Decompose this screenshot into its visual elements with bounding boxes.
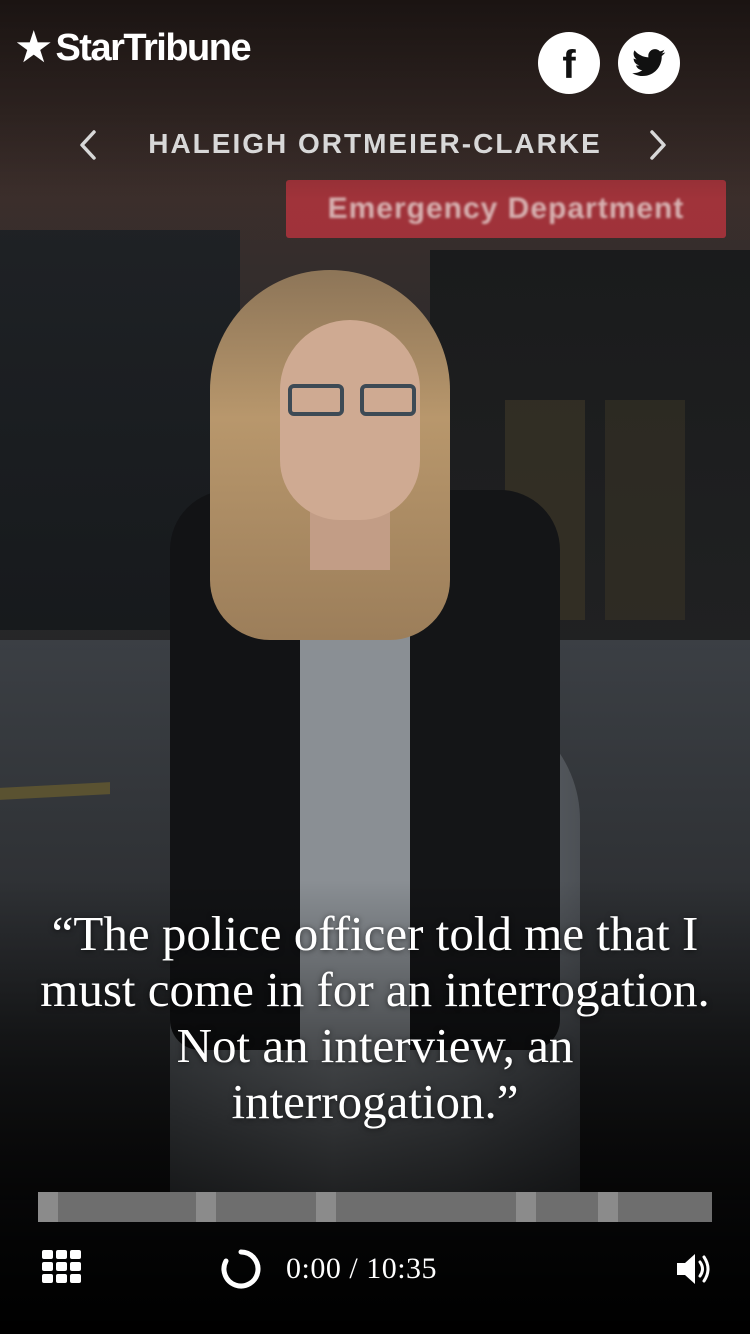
- progress-segment[interactable]: [598, 1192, 618, 1222]
- time-separator: /: [349, 1252, 359, 1285]
- chevron-right-icon: [650, 130, 666, 160]
- person-navigation: HALEIGH ORTMEIER-CLARKE: [0, 122, 750, 168]
- quote-caption: “The police officer told me that I must …: [40, 906, 710, 1129]
- total-duration: 10:35: [366, 1252, 438, 1285]
- grid-icon[interactable]: [42, 1250, 82, 1284]
- loading-spinner-icon: [221, 1249, 261, 1289]
- glasses-lens-right: [360, 384, 416, 416]
- facebook-share-button[interactable]: f: [538, 32, 600, 94]
- progress-segment[interactable]: [196, 1192, 216, 1222]
- twitter-share-button[interactable]: [618, 32, 680, 94]
- playback-time: 0:00 / 10:35: [286, 1252, 437, 1286]
- progress-segment[interactable]: [516, 1192, 536, 1222]
- person-name-title: HALEIGH ORTMEIER-CLARKE: [148, 128, 602, 159]
- next-person-button[interactable]: [638, 122, 678, 168]
- subject-glasses: [288, 384, 423, 420]
- progress-segment[interactable]: [316, 1192, 336, 1222]
- startribune-logo[interactable]: ★ StarTribune: [14, 23, 252, 72]
- video-stage[interactable]: Emergency Department ★ StarTribune f HAL…: [0, 0, 750, 1334]
- player-controls: 0:00 / 10:35: [0, 1240, 750, 1300]
- progress-segment[interactable]: [38, 1192, 58, 1222]
- twitter-icon: [632, 49, 666, 77]
- brand-name: StarTribune: [55, 26, 251, 69]
- video-progress-bar[interactable]: [38, 1192, 712, 1222]
- previous-person-button[interactable]: [68, 122, 108, 168]
- current-time: 0:00: [286, 1252, 342, 1285]
- subject-face: [280, 320, 420, 520]
- chevron-left-icon: [80, 130, 96, 160]
- glasses-lens-left: [288, 384, 344, 416]
- star-icon: ★: [14, 23, 54, 72]
- volume-icon[interactable]: [674, 1250, 714, 1288]
- facebook-icon: f: [562, 43, 576, 87]
